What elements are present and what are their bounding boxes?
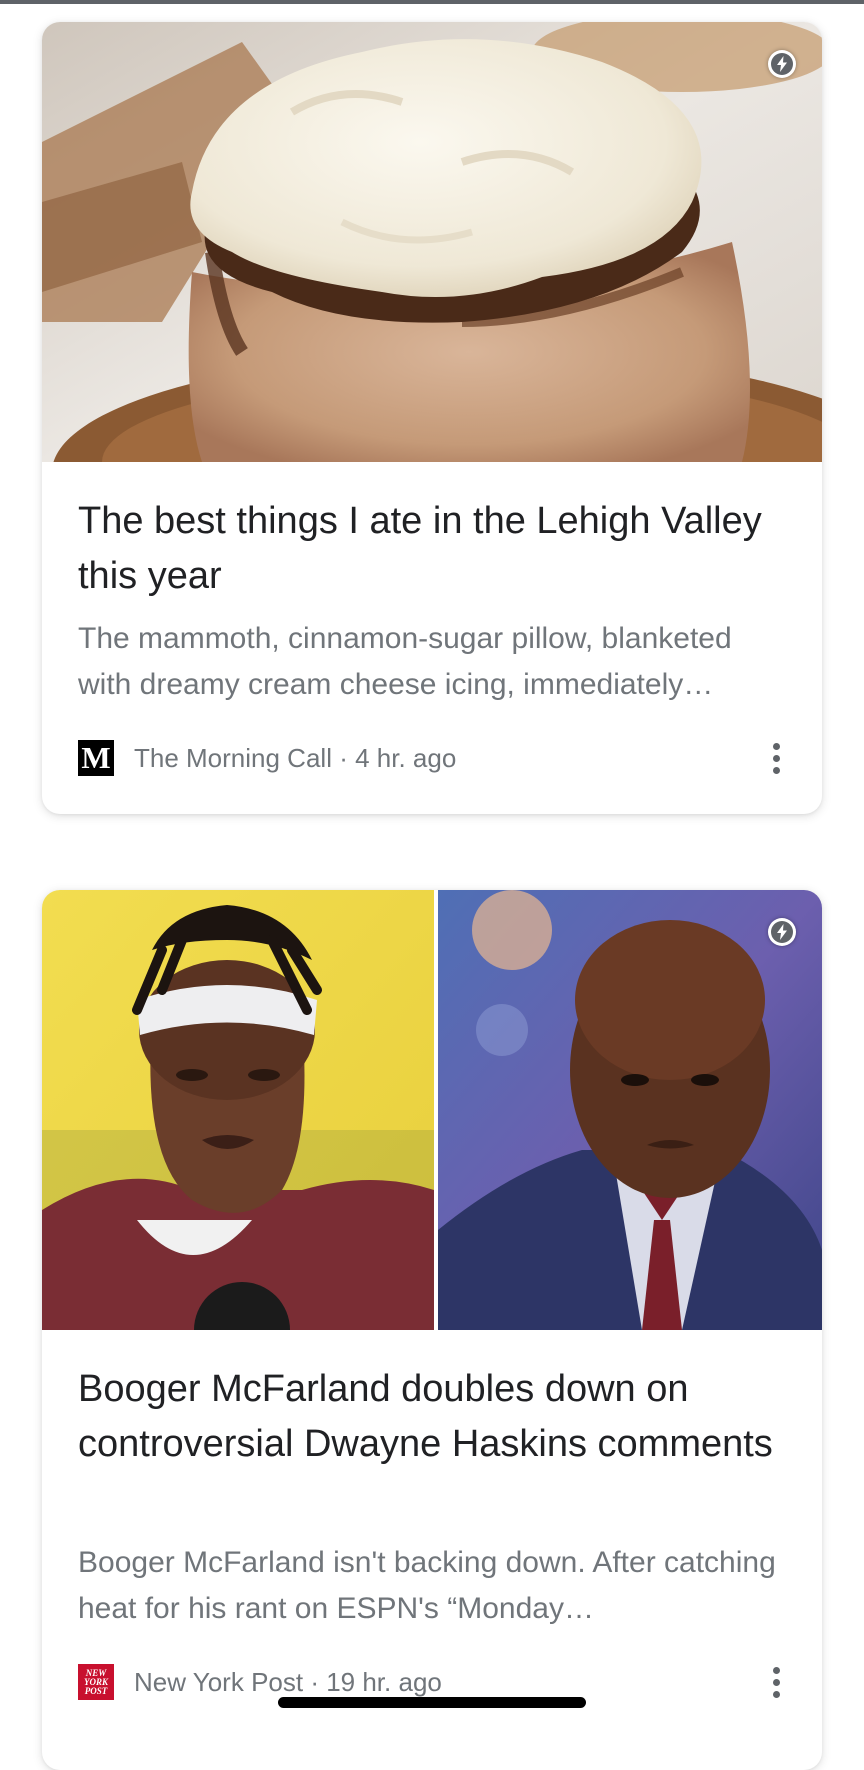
article-source-row: NEW YORK POST New York Post · 19 hr. ago — [78, 1662, 442, 1702]
logo-text: M — [81, 740, 111, 775]
cinnamon-roll-image — [42, 22, 822, 462]
home-indicator[interactable] — [278, 1697, 586, 1708]
more-vert-icon[interactable] — [764, 1662, 788, 1702]
new-york-post-logo: NEW YORK POST — [78, 1664, 114, 1700]
meta-separator: · — [331, 742, 356, 773]
article-snippet: The mammoth, cinnamon-sugar pillow, blan… — [78, 622, 732, 701]
article-headline[interactable]: Booger McFarland doubles down on controv… — [78, 1362, 778, 1472]
status-bar-edge — [0, 0, 864, 4]
article-image[interactable] — [42, 890, 822, 1330]
article-headline[interactable]: The best things I ate in the Lehigh Vall… — [78, 494, 778, 604]
morning-call-logo: M — [78, 740, 114, 776]
article-source-row: M The Morning Call · 4 hr. ago — [78, 738, 456, 778]
source-and-time: The Morning Call · 4 hr. ago — [134, 743, 456, 774]
news-card[interactable]: The best things I ate in the Lehigh Vall… — [42, 22, 822, 814]
article-image[interactable] — [42, 22, 822, 462]
lightning-bolt-icon — [768, 50, 796, 78]
source-and-time: New York Post · 19 hr. ago — [134, 1667, 442, 1698]
lightning-bolt-icon — [768, 918, 796, 946]
portraits-image — [42, 890, 822, 1330]
source-name: The Morning Call — [134, 742, 332, 773]
more-vert-icon[interactable] — [764, 738, 788, 778]
article-age: 4 hr. ago — [355, 742, 457, 773]
news-card[interactable]: Booger McFarland doubles down on controv… — [42, 890, 822, 1770]
article-snippet: Booger McFarland isn't backing down. Aft… — [78, 1546, 776, 1625]
source-name: New York Post — [134, 1666, 304, 1697]
logo-text: NEW YORK POST — [83, 1667, 108, 1696]
meta-separator: · — [303, 1666, 327, 1697]
article-age: 19 hr. ago — [326, 1666, 442, 1697]
